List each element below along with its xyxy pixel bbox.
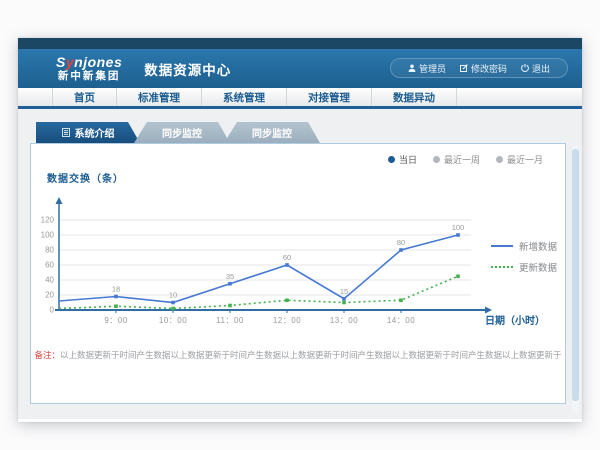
- nav-item-home[interactable]: 首页: [52, 88, 117, 106]
- line-chart: 0 20 40 60 80 100 120 9：00 10：00 11：00 12：00 13：00 1…: [33, 186, 553, 356]
- svg-text:18: 18: [112, 285, 120, 294]
- svg-text:35: 35: [226, 272, 234, 281]
- logout-button[interactable]: 退出: [521, 62, 550, 75]
- nav-item-interface[interactable]: 对接管理: [287, 88, 372, 106]
- content-area: 系统介绍 同步监控 同步监控 当日 最近一周: [18, 109, 582, 419]
- radio-dot-icon: [496, 156, 503, 163]
- svg-text:12：00: 12：00: [273, 316, 301, 325]
- chart-panel: 当日 最近一周 最近一月 数据交换（条） 0 20 40 60 80 100 120 9：00…: [30, 143, 566, 404]
- time-range-filter: 当日 最近一周 最近一月: [372, 153, 543, 166]
- vertical-scrollbar[interactable]: [572, 145, 579, 413]
- radio-today-label: 当日: [399, 153, 417, 166]
- user-toolbar: 管理员 修改密码 退出: [390, 58, 568, 78]
- svg-text:9：00: 9：00: [104, 316, 127, 325]
- radio-last-week[interactable]: 最近一周: [433, 153, 480, 166]
- app-window: Synjones 新中新集团 数据资源中心 管理员 修改密码 退出 首页 标准管…: [18, 38, 582, 422]
- svg-text:20: 20: [45, 291, 54, 300]
- radio-dot-icon: [388, 156, 395, 163]
- svg-text:11：00: 11：00: [216, 316, 244, 325]
- svg-text:60: 60: [45, 261, 54, 270]
- y-axis-title: 数据交换（条）: [47, 170, 124, 185]
- legend-updated-data-label: 更新数据: [519, 260, 557, 274]
- logout-icon: [521, 64, 529, 72]
- app-header: Synjones 新中新集团 数据资源中心 管理员 修改密码 退出: [18, 49, 582, 88]
- svg-text:14：00: 14：00: [387, 316, 415, 325]
- change-password-button[interactable]: 修改密码: [460, 62, 507, 75]
- tab-bar: 系统介绍 同步监控 同步监控: [36, 122, 566, 143]
- svg-text:100: 100: [452, 223, 465, 232]
- nav-item-changes[interactable]: 数据异动: [372, 88, 457, 106]
- legend-item-updated-data[interactable]: 更新数据: [491, 260, 557, 274]
- nav-item-system[interactable]: 系统管理: [202, 88, 287, 106]
- footnote-text: 以上数据更新于时间产生数据以上数据更新于时间产生数据以上数据更新于时间产生数据以…: [60, 350, 562, 360]
- svg-text:80: 80: [397, 238, 405, 247]
- scrollbar-thumb[interactable]: [572, 149, 579, 401]
- logo-text-cn: 新中新集团: [56, 71, 122, 82]
- radio-dot-icon: [433, 156, 440, 163]
- chart-container: 0 20 40 60 80 100 120 9：00 10：00 11：00 12：00 13：00 1…: [33, 186, 553, 361]
- logo-text-en: Synjones: [56, 55, 122, 69]
- svg-text:15: 15: [340, 287, 348, 296]
- legend-new-data-label: 新增数据: [519, 239, 557, 253]
- dotted-line-icon: [491, 266, 513, 268]
- main-nav: 首页 标准管理 系统管理 对接管理 数据异动: [18, 88, 582, 109]
- user-menu-admin[interactable]: 管理员: [408, 62, 446, 75]
- chart-legend: 新增数据 更新数据: [491, 232, 557, 281]
- document-icon: [62, 128, 70, 137]
- svg-text:日期（小时）: 日期（小时）: [485, 314, 545, 327]
- user-icon: [408, 64, 416, 72]
- legend-item-new-data[interactable]: 新增数据: [491, 239, 557, 253]
- svg-text:40: 40: [45, 276, 54, 285]
- svg-text:13：00: 13：00: [330, 316, 358, 325]
- footnote: 备注：以上数据更新于时间产生数据以上数据更新于时间产生数据以上数据更新于时间产生…: [31, 349, 565, 361]
- page-title: 数据资源中心: [144, 59, 231, 79]
- edit-icon: [460, 64, 468, 72]
- user-menu-admin-label: 管理员: [419, 62, 446, 75]
- svg-text:10：00: 10：00: [159, 316, 187, 325]
- radio-last-month[interactable]: 最近一月: [496, 153, 543, 166]
- tab-sync-monitor-1[interactable]: 同步监控: [134, 122, 230, 143]
- radio-last-month-label: 最近一月: [507, 153, 543, 166]
- nav-item-standards[interactable]: 标准管理: [117, 88, 202, 106]
- solid-line-icon: [491, 245, 513, 247]
- svg-text:120: 120: [41, 216, 55, 225]
- logout-label: 退出: [532, 62, 550, 75]
- footnote-label: 备注：: [34, 350, 60, 360]
- svg-text:80: 80: [45, 246, 54, 255]
- svg-text:60: 60: [283, 253, 291, 262]
- window-top-strip: [18, 38, 582, 49]
- radio-today[interactable]: 当日: [388, 153, 417, 166]
- tab-system-intro-label: 系统介绍: [75, 125, 115, 140]
- svg-text:0: 0: [50, 306, 55, 315]
- svg-text:100: 100: [41, 231, 55, 240]
- tab-sync-monitor-2-label: 同步监控: [252, 125, 292, 140]
- radio-last-week-label: 最近一周: [444, 153, 480, 166]
- change-password-label: 修改密码: [471, 62, 507, 75]
- tab-sync-monitor-1-label: 同步监控: [162, 125, 202, 140]
- tab-sync-monitor-2[interactable]: 同步监控: [224, 122, 320, 143]
- company-logo: Synjones 新中新集团: [56, 55, 122, 82]
- svg-text:10: 10: [169, 291, 177, 300]
- tab-system-intro[interactable]: 系统介绍: [36, 122, 140, 143]
